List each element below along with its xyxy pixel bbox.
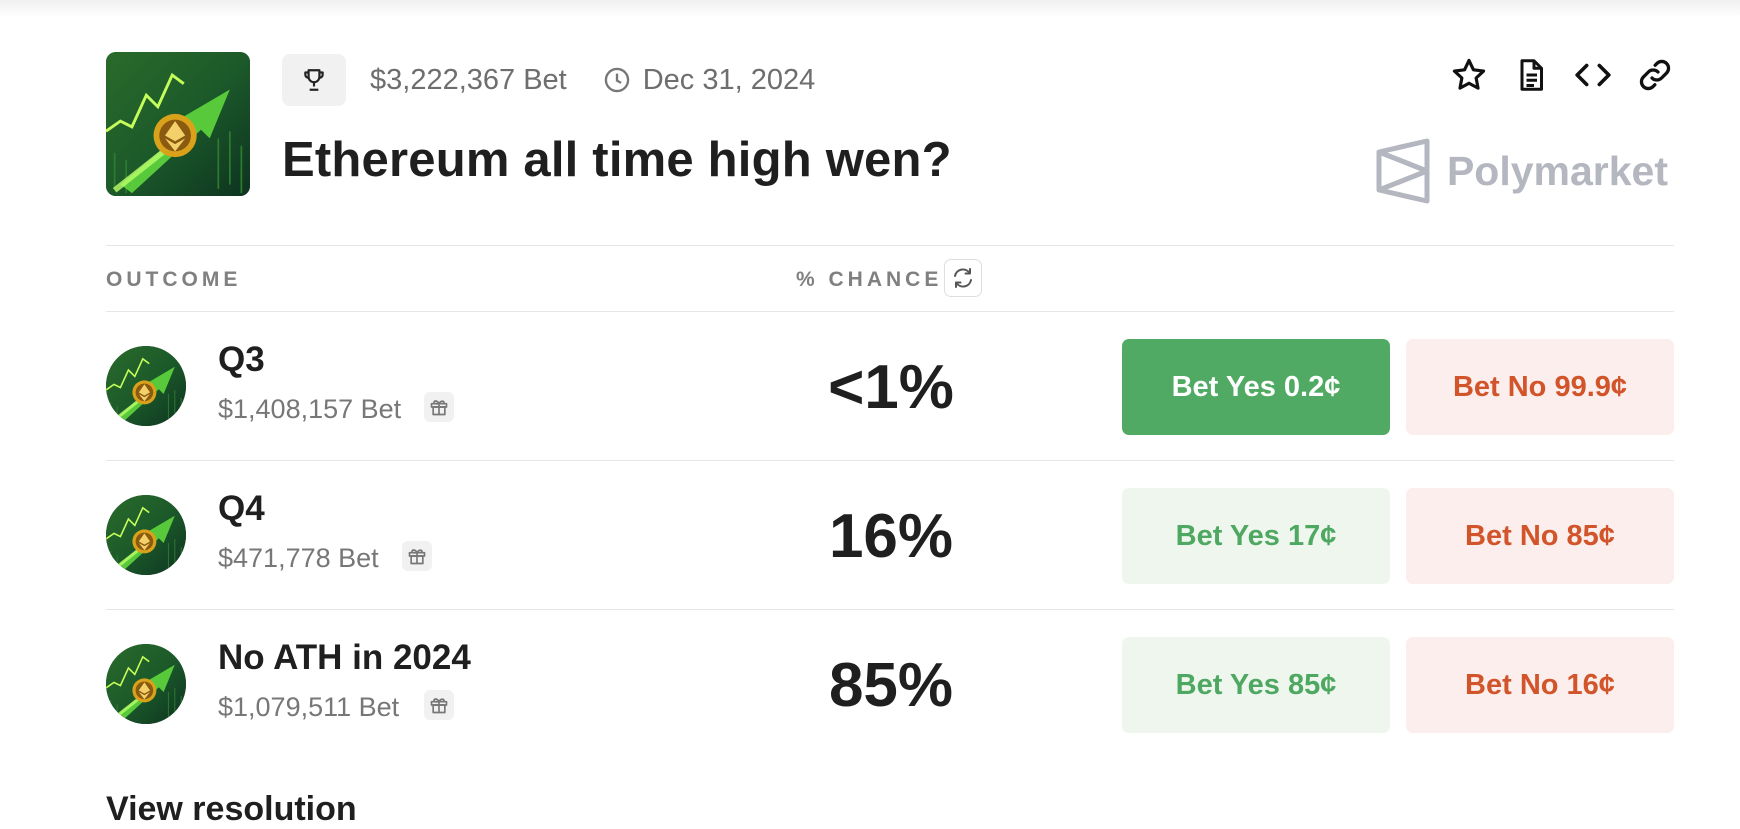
outcome-avatar xyxy=(106,346,186,426)
end-date: Dec 31, 2024 xyxy=(642,63,816,96)
outcome-column-header: OUTCOME xyxy=(106,268,242,291)
polymarket-logo-icon xyxy=(1376,138,1430,204)
clock-icon xyxy=(603,66,631,94)
view-more-link[interactable]: View resolution xyxy=(106,790,357,829)
refresh-icon[interactable] xyxy=(944,259,982,297)
brand-name: Polymarket xyxy=(1446,147,1668,194)
bet-yes-button[interactable]: Bet Yes 85¢ xyxy=(1122,637,1390,733)
outcome-volume: $471,778 Bet xyxy=(218,543,379,573)
gift-icon[interactable] xyxy=(424,690,454,720)
market-meta: $3,222,367 Bet Dec 31, 2024 xyxy=(282,54,815,106)
bet-no-button[interactable]: Bet No 99.9¢ xyxy=(1406,339,1674,435)
brand-logo: Polymarket xyxy=(1375,138,1668,204)
gift-icon[interactable] xyxy=(402,541,432,571)
outcome-avatar xyxy=(106,644,186,724)
outcome-name: Q4 xyxy=(218,489,265,528)
code-icon[interactable] xyxy=(1574,56,1612,94)
header-actions xyxy=(1450,56,1674,94)
outcome-row: Q4 $471,778 Bet 16% Bet Yes 17¢ Bet No 8… xyxy=(106,461,1674,609)
outcome-avatar xyxy=(106,495,186,575)
outcome-chance: 16% xyxy=(828,502,954,571)
top-shadow xyxy=(0,0,1740,18)
outcome-row: No ATH in 2024 $1,079,511 Bet 85% Bet Ye… xyxy=(106,610,1674,758)
outcome-row: Q3 $1,408,157 Bet <1% Bet Yes 0.2¢ Bet N… xyxy=(106,312,1674,460)
table-header: OUTCOME % CHANCE xyxy=(106,246,1674,310)
outcome-chance: 85% xyxy=(828,651,954,720)
bet-yes-button[interactable]: Bet Yes 17¢ xyxy=(1122,488,1390,584)
link-icon[interactable] xyxy=(1636,56,1674,94)
star-icon[interactable] xyxy=(1450,56,1488,94)
trophy-icon xyxy=(282,54,346,106)
gift-icon[interactable] xyxy=(424,392,454,422)
market-image xyxy=(106,52,250,196)
chance-column-header: % CHANCE xyxy=(796,268,943,291)
market-header: $3,222,367 Bet Dec 31, 2024 Ethereum all… xyxy=(106,52,1674,204)
bet-no-button[interactable]: Bet No 16¢ xyxy=(1406,637,1674,733)
page-title: Ethereum all time high wen? xyxy=(282,133,952,187)
outcome-name: Q3 xyxy=(218,340,265,379)
outcome-name: No ATH in 2024 xyxy=(218,638,471,677)
outcome-chance: <1% xyxy=(828,353,954,422)
outcome-volume: $1,408,157 Bet xyxy=(218,394,402,424)
document-icon[interactable] xyxy=(1512,56,1550,94)
bet-no-button[interactable]: Bet No 85¢ xyxy=(1406,488,1674,584)
market-volume: $3,222,367 Bet xyxy=(370,63,567,96)
outcome-volume: $1,079,511 Bet xyxy=(218,692,400,722)
bet-yes-button[interactable]: Bet Yes 0.2¢ xyxy=(1122,339,1390,435)
